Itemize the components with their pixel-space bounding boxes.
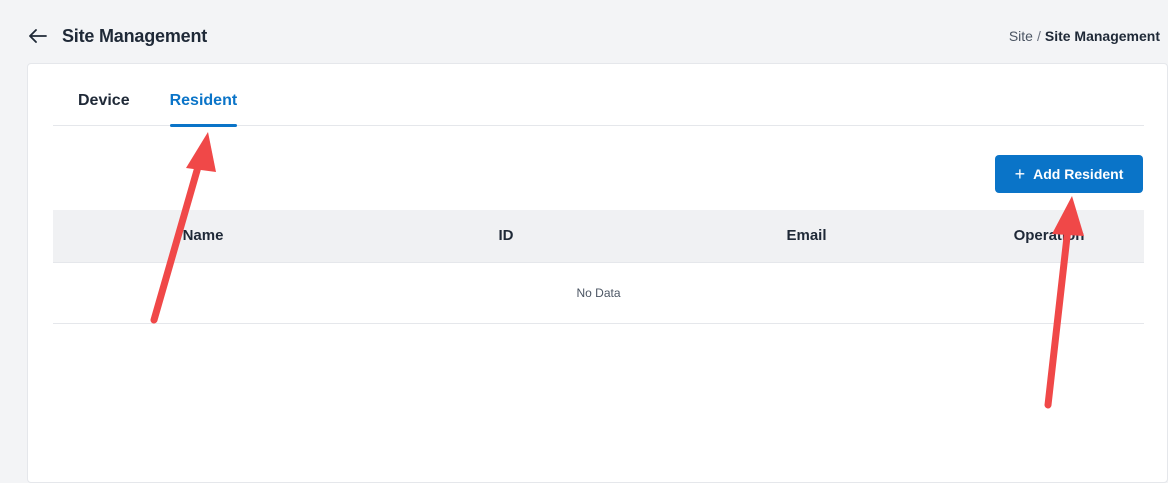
tab-resident[interactable]: Resident	[169, 82, 237, 127]
content-card: Device Resident + Add Resident Name ID E…	[27, 63, 1168, 483]
breadcrumb: Site / Site Management	[1009, 28, 1160, 44]
arrow-left-icon	[29, 29, 47, 43]
breadcrumb-separator: /	[1036, 28, 1041, 44]
page-header: Site Management Site / Site Management	[28, 22, 1160, 50]
breadcrumb-item-current: Site Management	[1044, 28, 1160, 44]
resident-table: Name ID Email Operation No Data	[53, 210, 1144, 324]
add-resident-button[interactable]: + Add Resident	[995, 155, 1143, 193]
table-header: Name ID Email Operation	[53, 210, 1144, 262]
column-header-email: Email	[786, 227, 827, 244]
back-arrow-icon[interactable]	[28, 26, 48, 46]
column-header-name: Name	[182, 227, 224, 244]
column-header-operation: Operation	[1013, 227, 1085, 244]
tab-bar: Device Resident	[53, 82, 1144, 127]
breadcrumb-item-site[interactable]: Site	[1009, 28, 1033, 44]
add-resident-label: Add Resident	[1033, 166, 1124, 182]
column-header-id: ID	[498, 227, 514, 244]
page-title: Site Management	[62, 25, 208, 46]
tab-device[interactable]: Device	[78, 82, 130, 126]
top-strip	[0, 0, 1168, 10]
plus-icon: +	[1014, 164, 1026, 184]
empty-state: No Data	[53, 262, 1144, 324]
